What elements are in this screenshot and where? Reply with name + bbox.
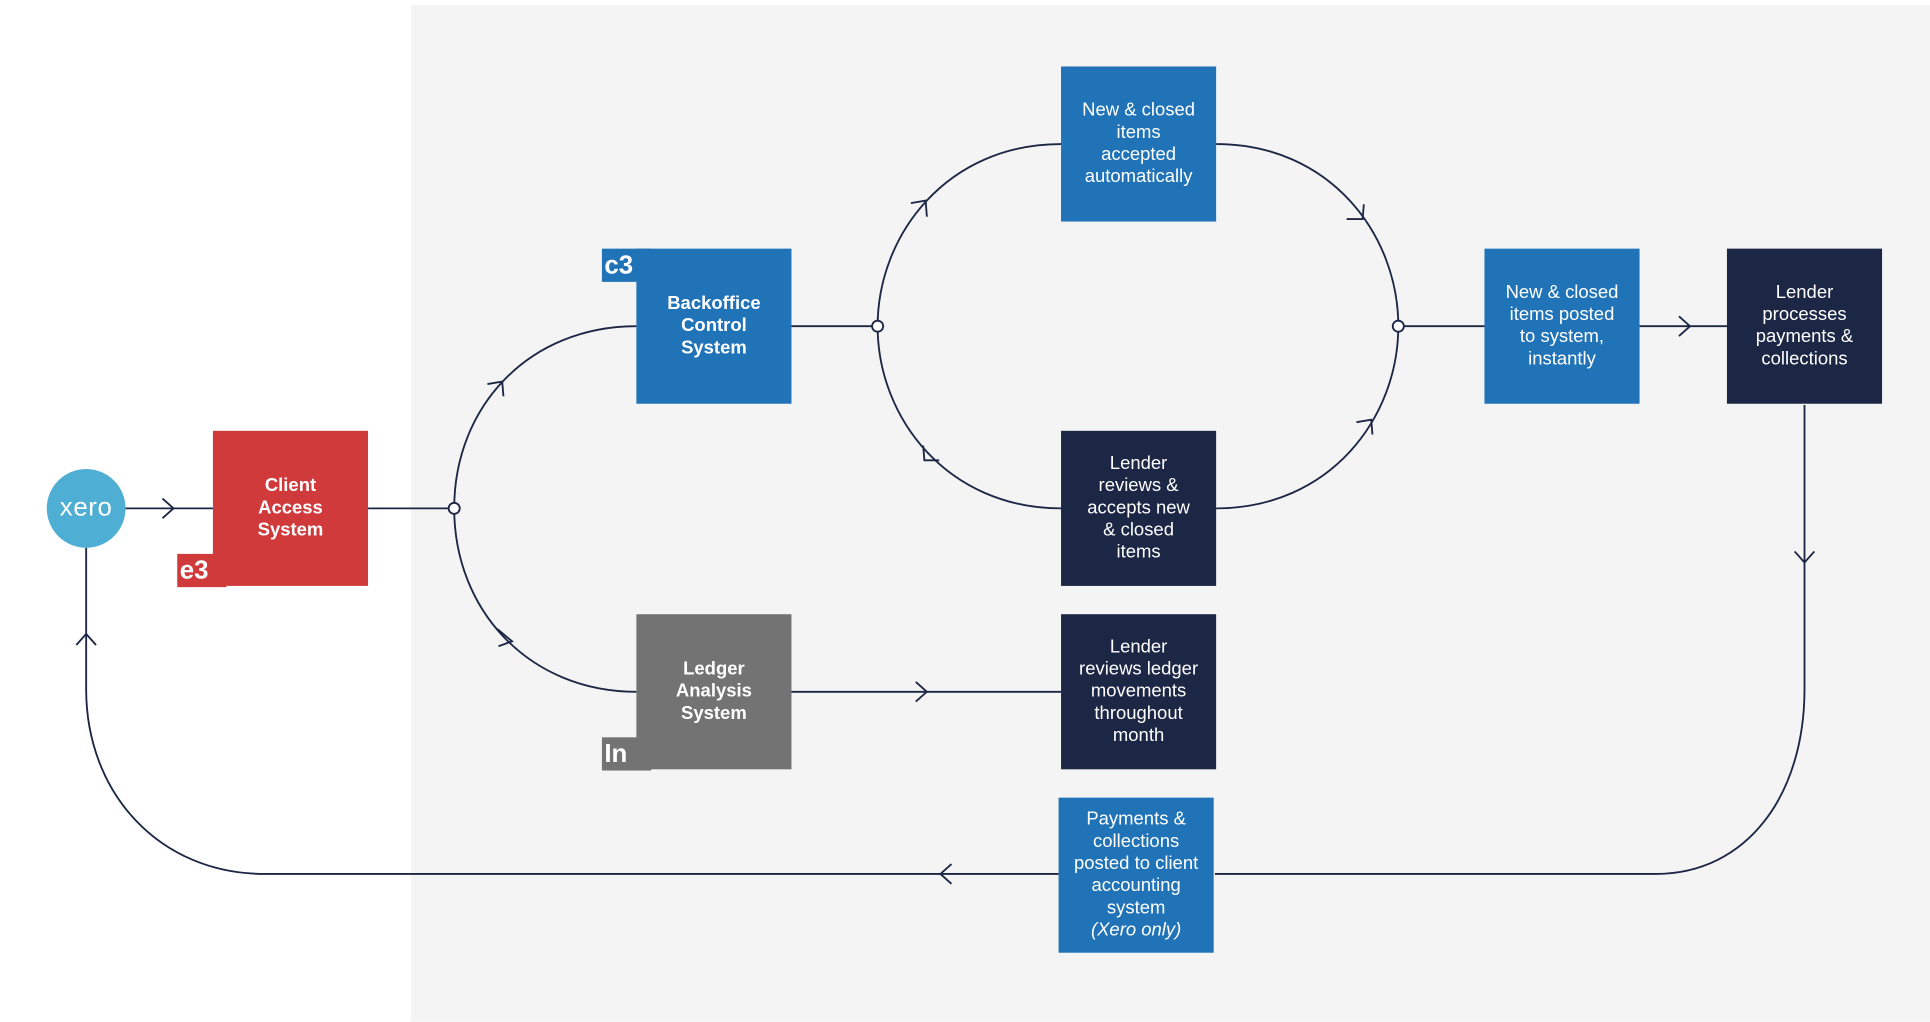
connector-split-arc [453, 325, 637, 693]
lender-review-box: Lender reviews & accepts new & closed it… [1061, 430, 1217, 586]
xero-only-note: (Xero only) [1090, 919, 1182, 941]
xero-logo-text: xero [59, 493, 113, 522]
items-posted-box: New & closed items posted to system, ins… [1484, 248, 1640, 404]
junction-node [1391, 319, 1405, 333]
arrow-icon [922, 445, 940, 462]
backoffice-control-system-box: Backoffice Control System [636, 248, 792, 404]
junction-node [871, 319, 885, 333]
payments-posted-box: Payments & collections posted to client … [1058, 797, 1214, 953]
payments-posted-text: Payments & collections posted to client … [1074, 808, 1199, 919]
connector-payments-xero [85, 547, 1059, 875]
connector-lender-payments [1214, 404, 1806, 875]
xero-logo: xero [46, 468, 126, 548]
junction-node [447, 501, 461, 515]
client-access-system-box: Client Access System [212, 430, 369, 586]
auto-accept-box: New & closed items accepted automaticall… [1061, 66, 1217, 222]
lender-processes-box: Lender processes payments & collections [1726, 248, 1883, 404]
ledger-review-box: Lender reviews ledger movements througho… [1061, 614, 1217, 770]
flow-diagram: xero e3 Client Access System c3 Backoffi… [0, 0, 1930, 1022]
ledger-analysis-system-box: Ledger Analysis System [636, 614, 792, 770]
